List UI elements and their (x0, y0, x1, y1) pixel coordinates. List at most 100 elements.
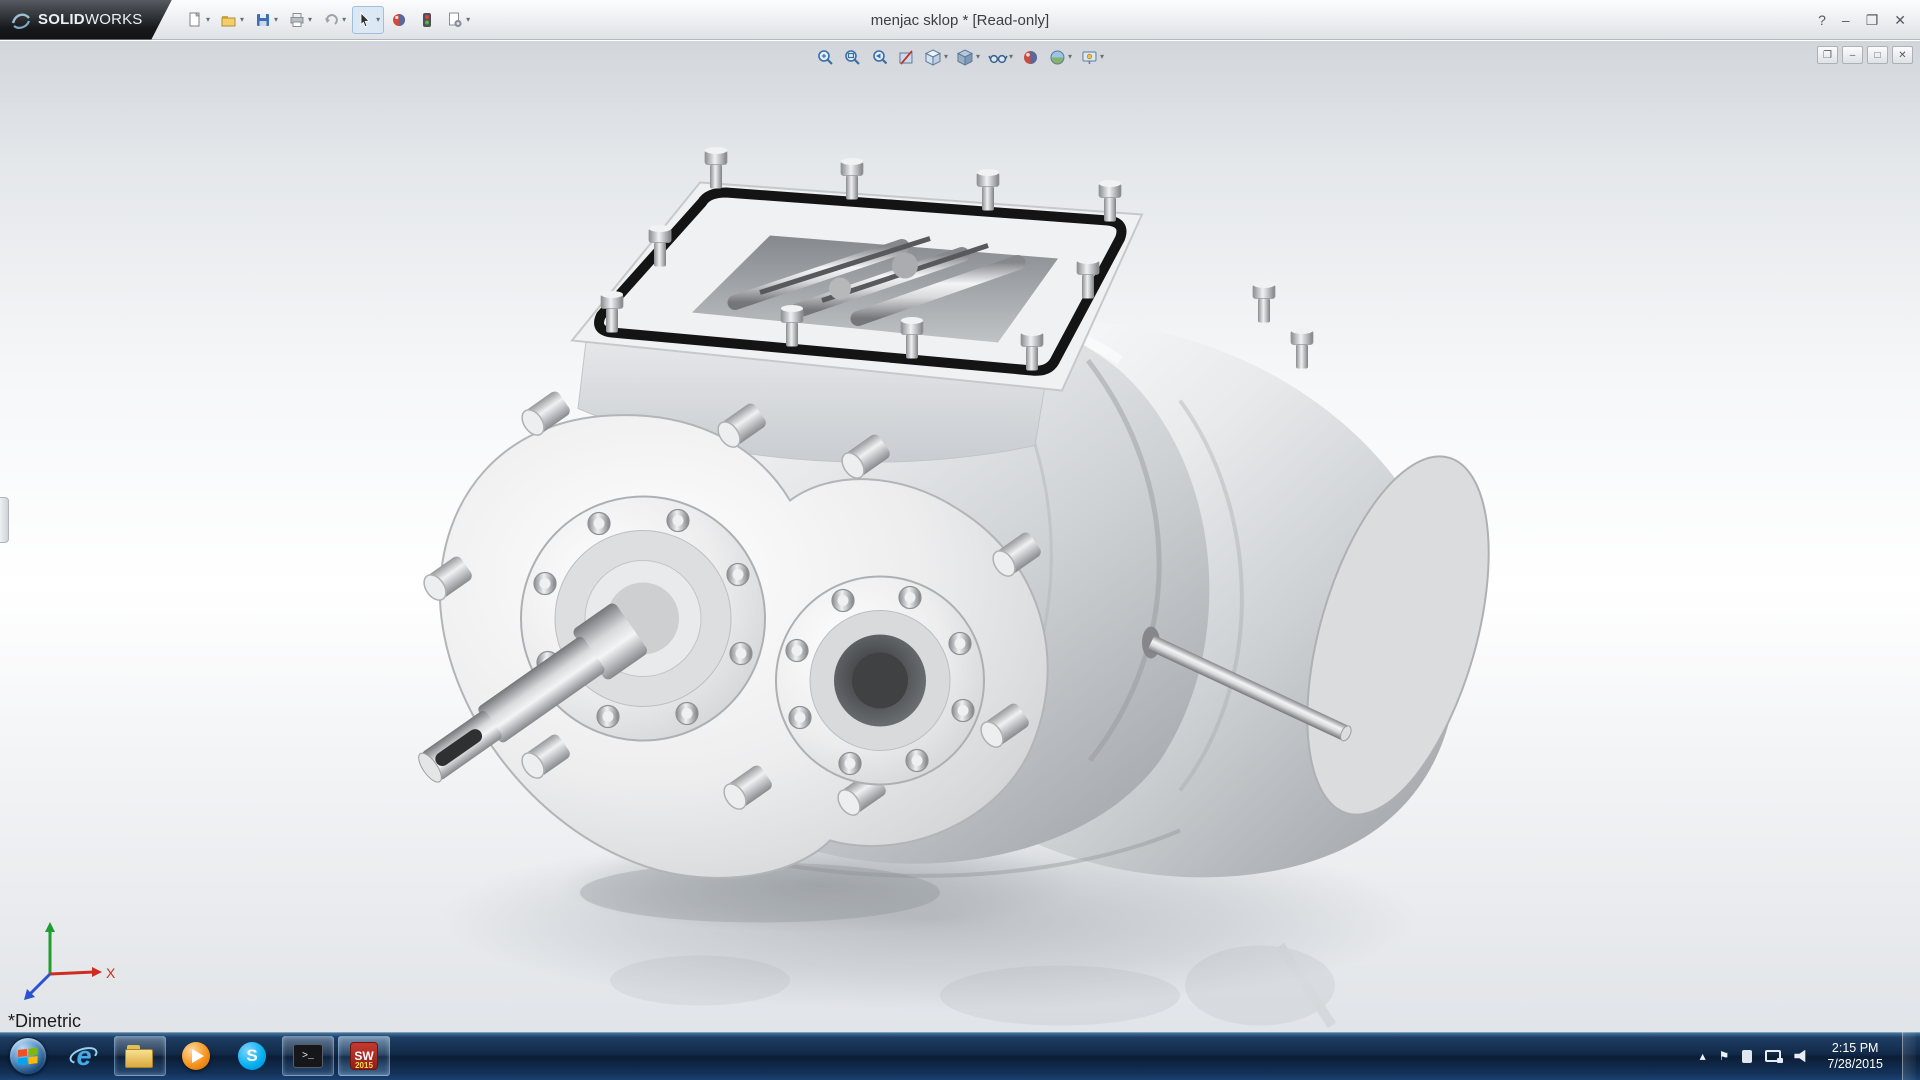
rebuild-traffic-light-icon (418, 11, 436, 29)
view-orientation-cube-icon (924, 48, 943, 67)
media-player-icon (182, 1042, 210, 1070)
view-settings-icon (1080, 48, 1099, 67)
new-document-icon (186, 11, 204, 29)
help-button[interactable]: ? (1818, 13, 1826, 27)
dropdown-caret: ▾ (240, 16, 244, 24)
dropdown-caret: ▾ (466, 16, 470, 24)
view-orientation-button[interactable]: ▾ (922, 44, 950, 70)
skype-icon: S (238, 1042, 266, 1070)
taskbar: e S >_ SW 2015 (0, 1032, 1920, 1080)
action-center-flag-icon[interactable]: ⚑ (1719, 1050, 1730, 1062)
taskbar-item-skype[interactable]: S (226, 1036, 278, 1076)
menu-bar: SOLIDWORKS ▾ ▾ (0, 0, 1920, 40)
show-desktop-button[interactable] (1902, 1032, 1916, 1080)
dropdown-caret: ▾ (944, 53, 948, 61)
close-button[interactable]: ✕ (1894, 13, 1906, 27)
brand-bold: SOLID (38, 11, 85, 28)
taskbar-item-file-explorer[interactable] (114, 1036, 166, 1076)
document-close-button[interactable]: ✕ (1892, 46, 1913, 64)
dropdown-caret: ▾ (976, 53, 980, 61)
taskbar-clock[interactable]: 2:15 PM 7/28/2015 (1821, 1040, 1889, 1073)
taskbar-item-solidworks[interactable]: SW 2015 (338, 1036, 390, 1076)
zoom-to-area-button[interactable] (841, 44, 864, 70)
dropdown-caret: ▾ (274, 16, 278, 24)
solidworks-app-icon: SW 2015 (350, 1042, 378, 1070)
system-tray: ▴ ⚑ 2:15 PM 7/28/2015 (1700, 1032, 1920, 1080)
file-explorer-icon (125, 1045, 155, 1068)
screen: SOLIDWORKS ▾ ▾ (0, 0, 1920, 1080)
minimize-button[interactable]: – (1842, 13, 1850, 27)
print-icon (288, 11, 306, 29)
options-button[interactable]: ▾ (442, 6, 474, 34)
view-orientation-label: *Dimetric (8, 1011, 81, 1032)
brand-light: WORKS (85, 11, 143, 28)
internet-explorer-icon: e (69, 1041, 99, 1071)
open-button[interactable]: ▾ (216, 6, 248, 34)
solidworks-wordmark: SOLIDWORKS (38, 11, 143, 28)
zoom-to-area-icon (843, 48, 862, 67)
taskbar-item-internet-explorer[interactable]: e (58, 1036, 110, 1076)
clock-time: 2:15 PM (1827, 1040, 1883, 1056)
display-style-button[interactable]: ▾ (954, 44, 982, 70)
quick-access-toolbar: ▾ ▾ ▾ (182, 6, 474, 34)
dropdown-caret: ▾ (1068, 53, 1072, 61)
dropdown-caret: ▾ (376, 16, 380, 24)
edit-appearance-button[interactable] (386, 6, 412, 34)
dropdown-caret: ▾ (342, 16, 346, 24)
bearing-boss-right[interactable] (776, 577, 984, 785)
command-prompt-icon: >_ (293, 1044, 323, 1068)
taskpane-splitter-handle[interactable] (0, 497, 9, 543)
x-axis-arrow (92, 967, 102, 977)
document-window-controls: ❐ – □ ✕ (1817, 46, 1913, 64)
heads-up-view-toolbar: ▾ ▾ ▾ (814, 44, 1106, 70)
previous-view-button[interactable] (868, 44, 891, 70)
select-cursor-icon (356, 11, 374, 29)
tray-status-icon[interactable] (1742, 1050, 1752, 1063)
appearance-ball-icon (390, 11, 408, 29)
document-maximize-button[interactable]: □ (1867, 46, 1888, 64)
dropdown-caret: ▾ (206, 16, 210, 24)
new-document-button[interactable]: ▾ (182, 6, 214, 34)
apply-scene-button[interactable]: ▾ (1046, 44, 1074, 70)
edit-appearance-ball-icon (1021, 48, 1040, 67)
show-hidden-icons-button[interactable]: ▴ (1700, 1050, 1706, 1062)
undo-icon (322, 11, 340, 29)
section-view-button[interactable] (895, 44, 918, 70)
save-icon (254, 11, 272, 29)
save-button[interactable]: ▾ (250, 6, 282, 34)
previous-view-icon (870, 48, 889, 67)
view-settings-button[interactable]: ▾ (1078, 44, 1106, 70)
windows-orb-icon (9, 1037, 47, 1075)
zoom-to-fit-button[interactable] (814, 44, 837, 70)
restore-button[interactable]: ❐ (1866, 13, 1879, 27)
y-axis-arrow (45, 922, 55, 932)
print-button[interactable]: ▾ (284, 6, 316, 34)
select-tool-button[interactable]: ▾ (352, 6, 384, 34)
document-title: menjac sklop * [Read-only] (871, 0, 1049, 40)
taskbar-item-media-player[interactable] (170, 1036, 222, 1076)
dropdown-caret: ▾ (1100, 53, 1104, 61)
network-icon[interactable] (1765, 1050, 1781, 1062)
dropdown-caret: ▾ (1009, 53, 1013, 61)
document-restore-button[interactable]: ❐ (1817, 46, 1838, 64)
rebuild-button[interactable] (414, 6, 440, 34)
3ds-swoosh-icon (10, 10, 32, 30)
undo-button[interactable]: ▾ (318, 6, 350, 34)
solidworks-logo: SOLIDWORKS (0, 0, 172, 40)
display-style-icon (956, 48, 975, 67)
start-button[interactable] (0, 1032, 56, 1080)
windows-flag-icon (18, 1047, 38, 1065)
document-minimize-button[interactable]: – (1842, 46, 1863, 64)
volume-icon[interactable] (1794, 1050, 1808, 1063)
apply-scene-icon (1048, 48, 1067, 67)
section-view-icon (897, 48, 916, 67)
zoom-to-fit-icon (816, 48, 835, 67)
clock-date: 7/28/2015 (1827, 1056, 1883, 1072)
options-gear-icon (446, 11, 464, 29)
gearbox-assembly-model[interactable] (0, 41, 1920, 1032)
taskbar-item-command-prompt[interactable]: >_ (282, 1036, 334, 1076)
graphics-viewport[interactable]: ▾ ▾ ▾ (0, 41, 1920, 1032)
dropdown-caret: ▾ (308, 16, 312, 24)
edit-appearance-hud-button[interactable] (1019, 44, 1042, 70)
hide-show-items-button[interactable]: ▾ (986, 44, 1015, 70)
